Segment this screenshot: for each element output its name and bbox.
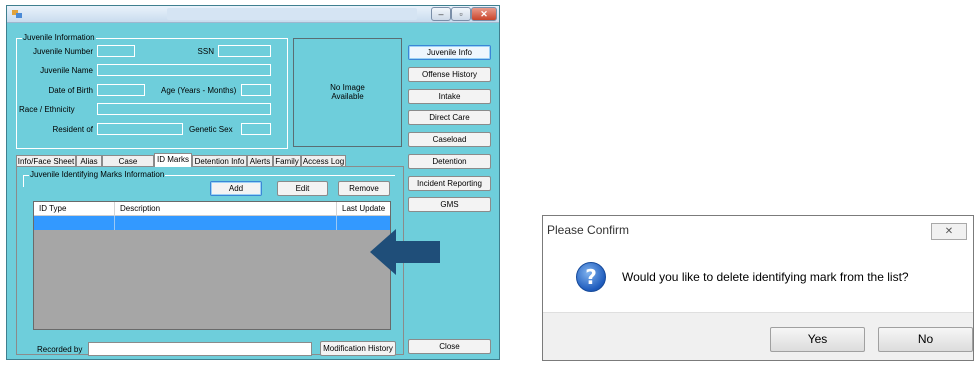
offense-history-button[interactable]: Offense History bbox=[408, 67, 491, 82]
table-row[interactable] bbox=[34, 216, 390, 230]
cell-description bbox=[115, 216, 337, 230]
window-title bbox=[167, 8, 417, 20]
intake-button[interactable]: Intake bbox=[408, 89, 491, 104]
close-button[interactable]: Close bbox=[408, 339, 491, 354]
id-marks-panel: Juvenile Identifying Marks Information A… bbox=[16, 166, 404, 356]
ssn-field[interactable] bbox=[218, 45, 271, 57]
resident-field[interactable] bbox=[97, 123, 183, 135]
column-last-update[interactable]: Last Update bbox=[337, 202, 390, 216]
incident-reporting-button[interactable]: Incident Reporting bbox=[408, 176, 491, 191]
juvenile-info-legend: Juvenile Information bbox=[22, 33, 96, 42]
id-marks-legend: Juvenile Identifying Marks Information bbox=[29, 170, 166, 179]
gms-button[interactable]: GMS bbox=[408, 197, 491, 212]
no-button[interactable]: No bbox=[878, 327, 973, 352]
dialog-title-bar: Please Confirm ✕ bbox=[543, 216, 973, 245]
dialog-footer: Yes No bbox=[543, 312, 973, 360]
juvenile-window: – ▫ ✕ Juvenile Information Juvenile Numb… bbox=[6, 5, 500, 360]
add-button[interactable]: Add bbox=[210, 181, 262, 196]
recorded-by-field[interactable] bbox=[88, 342, 312, 356]
minimize-button[interactable]: – bbox=[431, 7, 451, 21]
juvenile-number-label: Juvenile Number bbox=[32, 47, 93, 56]
confirm-dialog: Please Confirm ✕ ? Would you like to del… bbox=[542, 215, 974, 361]
recorded-by-label: Recorded by bbox=[37, 345, 83, 354]
age-label: Age (Years - Months) bbox=[161, 86, 237, 95]
resident-label: Resident of bbox=[52, 125, 93, 134]
remove-button[interactable]: Remove bbox=[338, 181, 390, 196]
caseload-button[interactable]: Caseload bbox=[408, 132, 491, 147]
no-image-text: No Image Available bbox=[330, 83, 365, 101]
question-icon: ? bbox=[576, 262, 606, 292]
dialog-message: Would you like to delete identifying mar… bbox=[622, 270, 909, 284]
dialog-title: Please Confirm bbox=[547, 223, 630, 237]
id-marks-grid[interactable]: ID Type Description Last Update bbox=[33, 201, 391, 330]
edit-button[interactable]: Edit bbox=[277, 181, 328, 196]
detention-button[interactable]: Detention bbox=[408, 154, 491, 169]
yes-button[interactable]: Yes bbox=[770, 327, 865, 352]
juvenile-name-label: Juvenile Name bbox=[40, 66, 93, 75]
sex-label: Genetic Sex bbox=[189, 125, 233, 134]
app-icon bbox=[12, 10, 22, 18]
direct-care-button[interactable]: Direct Care bbox=[408, 110, 491, 125]
sex-field[interactable] bbox=[241, 123, 271, 135]
pointer-arrow-icon bbox=[370, 229, 440, 275]
juvenile-info-group: Juvenile Information Juvenile Number SSN… bbox=[16, 33, 288, 149]
maximize-button[interactable]: ▫ bbox=[451, 7, 471, 21]
dob-label: Date of Birth bbox=[48, 86, 93, 95]
title-bar: – ▫ ✕ bbox=[7, 6, 499, 23]
juvenile-name-field[interactable] bbox=[97, 64, 271, 76]
grid-header: ID Type Description Last Update bbox=[34, 202, 390, 216]
juvenile-info-button[interactable]: Juvenile Info bbox=[408, 45, 491, 60]
window-close-button[interactable]: ✕ bbox=[471, 7, 497, 21]
race-field[interactable] bbox=[97, 103, 271, 115]
juvenile-photo: No Image Available bbox=[293, 38, 402, 147]
tab-id-marks[interactable]: ID Marks bbox=[154, 153, 192, 167]
cell-id-type bbox=[34, 216, 115, 230]
race-label: Race / Ethnicity bbox=[19, 105, 75, 114]
column-description[interactable]: Description bbox=[115, 202, 337, 216]
dialog-close-button[interactable]: ✕ bbox=[931, 223, 967, 240]
juvenile-number-field[interactable] bbox=[97, 45, 135, 57]
dob-field[interactable] bbox=[97, 84, 145, 96]
column-id-type[interactable]: ID Type bbox=[34, 202, 115, 216]
modification-history-button[interactable]: Modification History bbox=[320, 341, 396, 356]
ssn-label: SSN bbox=[197, 47, 214, 56]
age-field[interactable] bbox=[241, 84, 271, 96]
